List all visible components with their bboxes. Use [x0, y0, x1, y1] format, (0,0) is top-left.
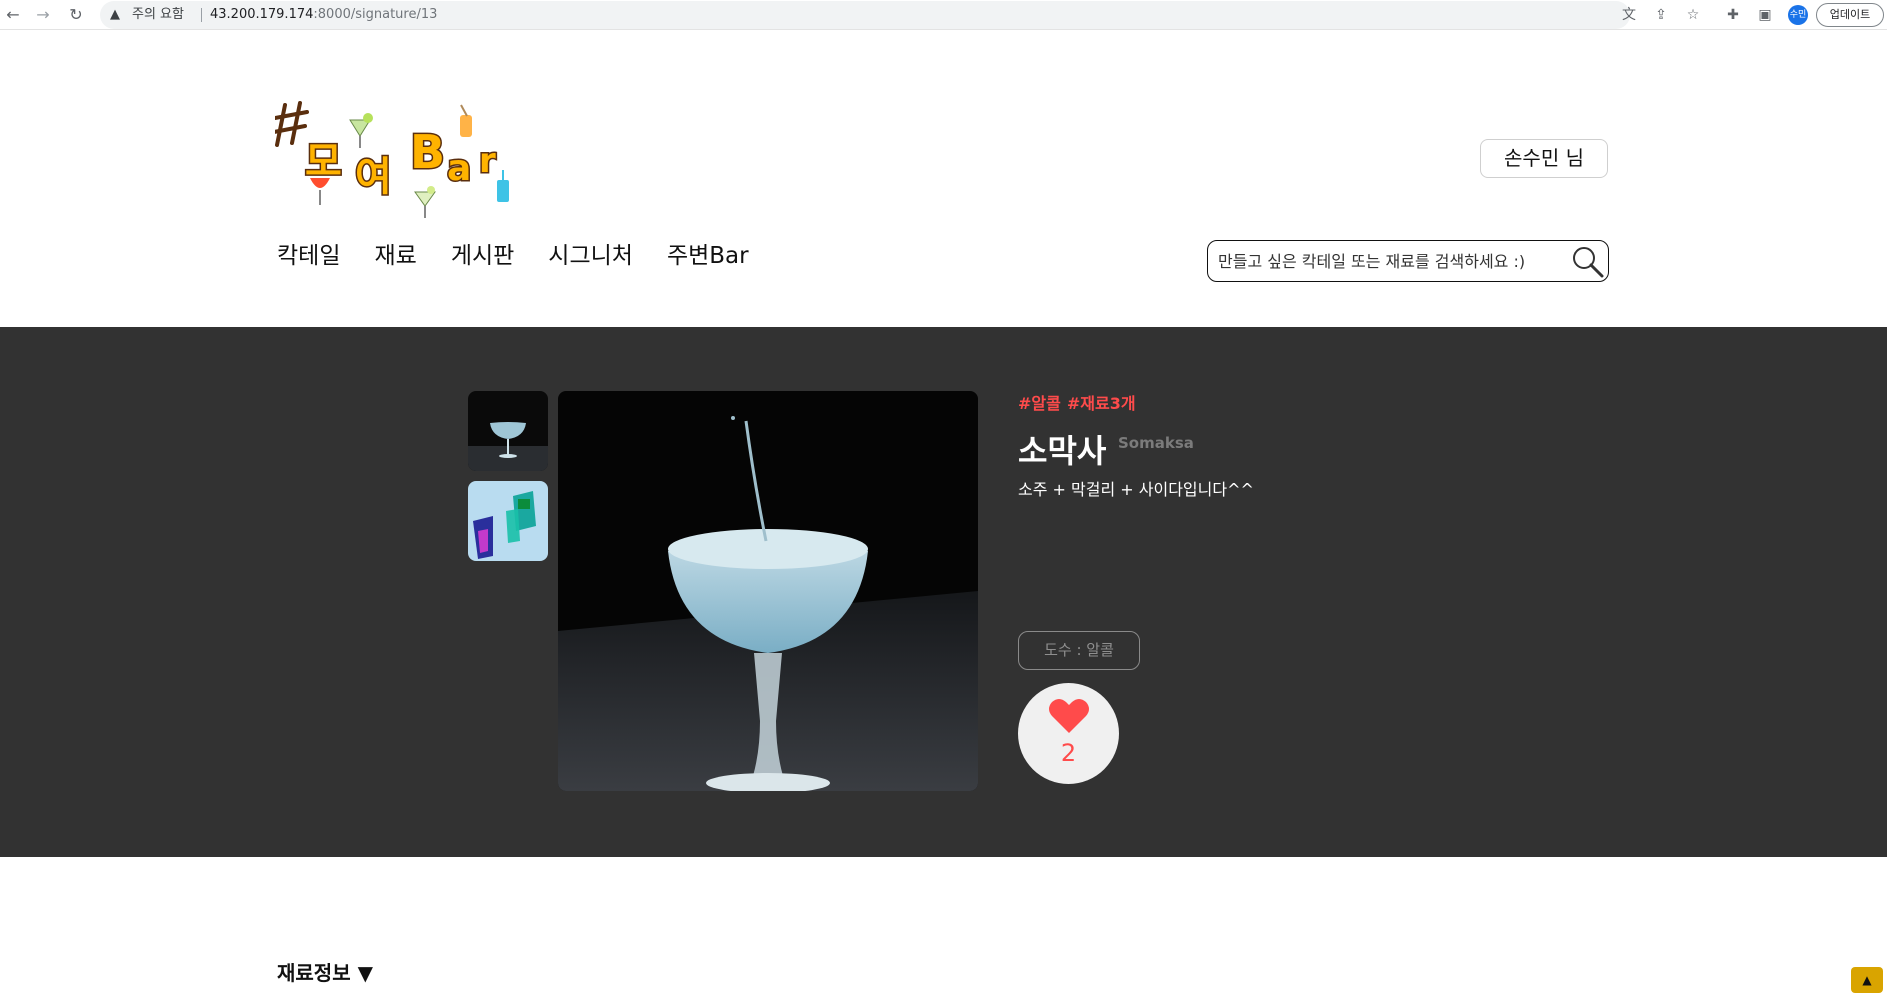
svg-text:모: 모 — [305, 139, 342, 185]
svg-text:a: a — [447, 148, 471, 189]
browser-toolbar: ← → ↻ ▲ 주의 요함 43.200.179.174:8000/signat… — [0, 0, 1887, 30]
reload-icon[interactable]: ↻ — [65, 4, 87, 26]
security-warning[interactable]: 주의 요함 — [132, 1, 184, 29]
share-icon[interactable]: ⇪ — [1651, 5, 1671, 25]
nav-ingredients[interactable]: 재료 — [374, 238, 416, 274]
cocktail-name: 소막사 — [1018, 432, 1107, 470]
address-divider — [201, 8, 202, 22]
nav-signature[interactable]: 시그니처 — [548, 238, 633, 274]
profile-avatar[interactable]: 수민 — [1788, 5, 1808, 25]
svg-text:B: B — [410, 125, 445, 179]
hashtag-alcohol[interactable]: #알콜 — [1018, 390, 1061, 414]
bookmark-star-icon[interactable]: ☆ — [1683, 5, 1703, 25]
url-text[interactable]: 43.200.179.174:8000/signature/13 — [210, 1, 437, 29]
hashtag-mark — [275, 101, 309, 147]
cocktail-english-name: Somaksa — [1118, 434, 1194, 452]
search-box — [1207, 240, 1609, 282]
scroll-top-button[interactable]: ▲ — [1851, 967, 1883, 993]
nav-nearby-bar[interactable]: 주변Bar — [667, 238, 749, 274]
forward-icon[interactable]: → — [32, 4, 54, 26]
thumbnail-image-1[interactable] — [468, 391, 548, 471]
heart-icon — [1049, 699, 1089, 733]
svg-text:r: r — [479, 141, 496, 181]
like-count: 2 — [1060, 739, 1077, 767]
ingredients-toggle[interactable]: 재료정보 ▼ — [277, 957, 373, 986]
hashtag-list: #알콜 #재료3개 — [1018, 390, 1142, 414]
cocktail-description: 소주 + 막걸리 + 사이다입니다^^ — [1018, 480, 1254, 499]
nav-cocktail[interactable]: 칵테일 — [277, 238, 340, 274]
like-button[interactable]: 2 — [1018, 683, 1119, 784]
address-bar[interactable]: ▲ 주의 요함 43.200.179.174:8000/signature/13 — [100, 1, 1630, 29]
abv-badge: 도수 : 알콜 — [1018, 631, 1140, 670]
nav-board[interactable]: 게시판 — [451, 238, 514, 274]
search-input[interactable] — [1218, 249, 1570, 273]
translate-icon[interactable]: 文 — [1619, 5, 1639, 25]
cocktail-main-image — [558, 391, 978, 791]
site-logo[interactable]: 모 여 B a r — [275, 100, 525, 225]
user-menu-button[interactable]: 손수민 님 — [1480, 139, 1608, 178]
arrow-up-icon: ▲ — [1862, 973, 1872, 987]
extensions-icon[interactable]: ✚ — [1723, 5, 1743, 25]
side-panel-icon[interactable]: ▣ — [1755, 5, 1775, 25]
update-button[interactable]: 업데이트 — [1816, 3, 1884, 27]
warning-icon[interactable]: ▲ — [110, 1, 120, 29]
svg-text:여: 여 — [355, 154, 392, 200]
thumbnail-image-2[interactable] — [468, 481, 548, 561]
back-icon[interactable]: ← — [2, 4, 24, 26]
main-navigation: 칵테일 재료 게시판 시그니처 주변Bar — [277, 238, 783, 274]
search-icon[interactable] — [1571, 245, 1605, 279]
hashtag-ingredient-count[interactable]: #재료3개 — [1067, 390, 1136, 414]
